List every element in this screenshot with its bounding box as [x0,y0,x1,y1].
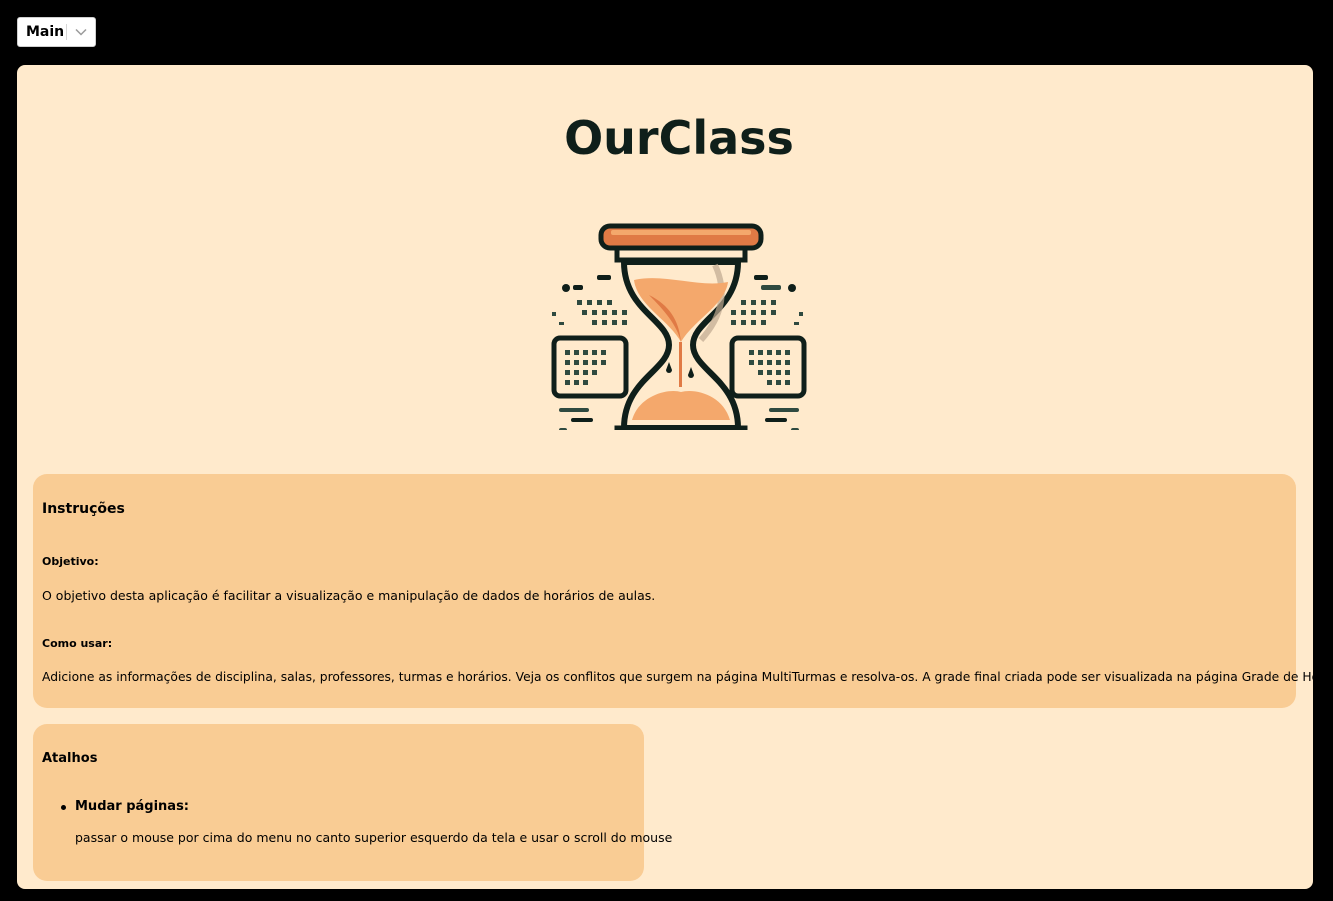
como-usar-text: Adicione as informações de disciplina, s… [42,670,1333,684]
main-card: OurClass Instruções Objetivo: O objetivo… [17,65,1333,889]
chevron-down-icon[interactable] [67,28,95,36]
como-usar-label: Como usar: [42,637,113,650]
bullet-icon [61,805,66,810]
logo-title: OurClass [564,111,794,165]
instrucoes-panel: Instruções Objetivo: O objetivo desta ap… [33,474,1333,708]
instrucoes-title: Instruções [42,501,125,517]
atalho-label: Mudar páginas: [75,799,190,814]
page-select[interactable]: Main [17,17,96,47]
page-select-value: Main [26,24,65,40]
atalhos-panel: Atalhos Mudar páginas: passar o mouse po… [33,724,672,881]
app-logo: OurClass [529,110,829,430]
atalho-text: passar o mouse por cima do menu no canto… [75,830,673,845]
hourglass-icon [551,223,807,430]
atalhos-title: Atalhos [42,751,98,766]
objetivo-label: Objetivo: [42,555,99,568]
objetivo-text: O objetivo desta aplicação é facilitar a… [42,588,656,603]
